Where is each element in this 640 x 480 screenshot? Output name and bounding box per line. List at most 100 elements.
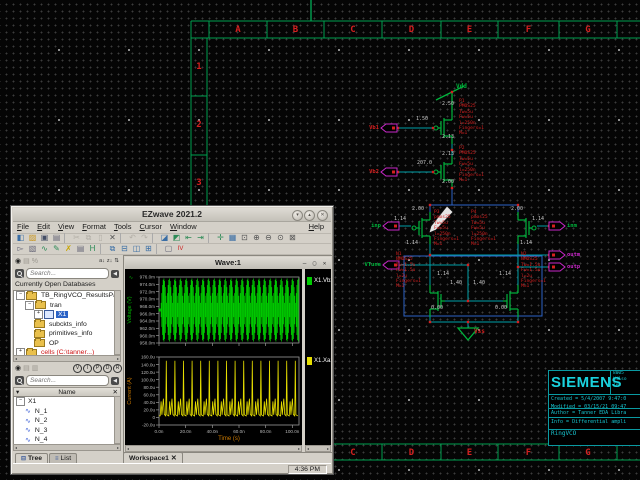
workspace-tab-close-icon[interactable]: ✕ (171, 454, 177, 462)
tile-grid-icon[interactable]: ⊞ (143, 244, 154, 254)
tree-item[interactable]: − TB_RingVCO_ResultsPa (14, 291, 115, 301)
find-signal-icon[interactable]: ◉ (15, 364, 21, 372)
fit-horizontal-icon[interactable]: H (87, 244, 98, 254)
tab-list[interactable]: ≡List (49, 453, 77, 463)
tree-item[interactable]: primitives_info (14, 329, 115, 339)
wave-restore-icon[interactable]: ▢ (310, 259, 319, 268)
chart-icon[interactable]: ∿ (39, 244, 50, 254)
tree-item-label: TB_RingVCO_ResultsPa (39, 292, 116, 299)
filter-r-button[interactable]: R (113, 364, 122, 373)
menu-view[interactable]: View (54, 221, 78, 232)
minimize-button[interactable]: ▾ (292, 210, 303, 221)
filter-v-button[interactable]: V (73, 364, 82, 373)
ezwave-titlebar[interactable]: EZwave 2021.2 ▾ ▴ ✕ (13, 208, 331, 222)
undo-icon[interactable]: ↶ (127, 233, 138, 243)
redo-icon[interactable]: ↷ (139, 233, 150, 243)
wave-close-icon[interactable]: ✕ (320, 259, 329, 268)
measure-icon[interactable]: ◩ (171, 233, 182, 243)
collapse-icon[interactable]: − (16, 291, 25, 300)
tile-vertical-icon[interactable]: ◫ (131, 244, 142, 254)
tree-item[interactable]: −X1 (14, 397, 115, 407)
new-window-icon[interactable]: ◧ (15, 233, 26, 243)
sort-toggle-icon[interactable]: ⇅ (114, 258, 119, 264)
tree-item[interactable]: ∿N_1 (14, 407, 115, 417)
sort-desc-icon[interactable]: z↓ (107, 258, 113, 264)
signal-tree-hscrollbar[interactable]: ◂▸ (13, 444, 121, 451)
dashed-box-icon[interactable]: ▢ (163, 244, 174, 254)
tree-item[interactable]: +X1 (14, 310, 115, 320)
tree-item[interactable]: subckts_info (14, 320, 115, 330)
expand-icon[interactable]: + (34, 310, 43, 319)
collapse-search-icon[interactable]: ◀ (111, 377, 119, 385)
zoom-full-icon[interactable]: ⊙ (275, 233, 286, 243)
delete-icon[interactable]: ✕ (107, 233, 118, 243)
tree-item[interactable]: −tran (14, 301, 115, 311)
tile-horizontal-icon[interactable]: ⊟ (119, 244, 130, 254)
menu-format[interactable]: Format (78, 221, 110, 232)
plot-area[interactable]: 976.0m974.0m972.0m970.0m968.0m966.0m964.… (125, 269, 302, 445)
grid-icon[interactable]: ▦ (227, 233, 238, 243)
iv-plot-icon[interactable]: IV (175, 244, 186, 254)
menu-tools[interactable]: Tools (110, 221, 136, 232)
add-wave-icon[interactable]: ◪ (159, 233, 170, 243)
sort-asc-icon[interactable]: a↓ (99, 258, 105, 264)
menu-edit[interactable]: Edit (33, 221, 54, 232)
collapse-search-icon[interactable]: ◀ (111, 270, 119, 278)
tree-item[interactable]: ∿N_2 (14, 416, 115, 426)
collapse-icon[interactable]: − (25, 301, 34, 310)
open-database-icon[interactable]: ▨ (27, 233, 38, 243)
annotate-icon[interactable]: ✎ (51, 244, 62, 254)
workspace-tab[interactable]: Workspace1 ✕ (123, 452, 183, 463)
ezwave-window[interactable]: EZwave 2021.2 ▾ ▴ ✕ FileEditViewFormatTo… (10, 205, 334, 475)
schematic-title-block: SIEMENS 8005WilsoTel Created = 5/4/2007 … (548, 370, 640, 446)
group-view-icon[interactable]: ▥ (32, 364, 39, 372)
close-button[interactable]: ✕ (317, 210, 328, 221)
signal-search-input[interactable] (26, 375, 109, 386)
legend-panel: X1.Vb2 X1.Xa1.P (305, 269, 331, 445)
tree-item[interactable]: ∿N_3 (14, 426, 115, 436)
print-icon[interactable]: ▤ (51, 233, 62, 243)
link-icon[interactable]: % (32, 258, 38, 265)
report-icon[interactable]: ▤ (75, 244, 86, 254)
zoom-box-icon[interactable]: ⊠ (287, 233, 298, 243)
filter-i-button[interactable]: I (83, 364, 92, 373)
menu-file[interactable]: File (13, 221, 33, 232)
paste-icon[interactable]: ▯ (95, 233, 106, 243)
previous-view-icon[interactable]: ⇤ (183, 233, 194, 243)
find-signal-icon[interactable]: ◉ (15, 257, 21, 265)
menu-window[interactable]: Window (166, 221, 201, 232)
cascade-windows-icon[interactable]: ⧉ (107, 244, 118, 254)
signal-tree-vscrollbar[interactable] (114, 396, 121, 444)
database-tree-hscrollbar[interactable]: ◂▸ (13, 355, 121, 362)
export-image-icon[interactable]: ▧ (27, 244, 38, 254)
svg-text:40.0n: 40.0n (207, 429, 219, 434)
save-icon[interactable]: ▣ (39, 233, 50, 243)
copy-icon[interactable]: ⧉ (83, 233, 94, 243)
pan-icon[interactable]: ✛ (215, 233, 226, 243)
wave-window-titlebar[interactable]: Wave:1 – ▢ ✕ (125, 257, 331, 269)
list-view-icon[interactable]: ▤ (23, 257, 30, 265)
cut-icon[interactable]: ✂ (71, 233, 82, 243)
filter-d-button[interactable]: D (103, 364, 112, 373)
menu-help[interactable]: Help (305, 221, 328, 232)
legend-entry[interactable]: X1.Vb2 (307, 277, 331, 285)
list-view-icon[interactable]: ▤ (23, 364, 30, 372)
next-view-icon[interactable]: ⇥ (195, 233, 206, 243)
zoom-out-icon[interactable]: ⊖ (263, 233, 274, 243)
select-region-icon[interactable]: ⊡ (239, 233, 250, 243)
maximize-button[interactable]: ▴ (304, 210, 315, 221)
marker-icon[interactable]: ✗ (63, 244, 74, 254)
wave-child-window[interactable]: Wave:1 – ▢ ✕ 976.0m974.0m972.0m970.0m968… (123, 255, 333, 453)
filter-p-button[interactable]: P (93, 364, 102, 373)
panel-tabs: ⊟Tree≡List (15, 451, 78, 463)
database-tree-vscrollbar[interactable] (114, 290, 121, 355)
tree-item[interactable]: OP (14, 339, 115, 349)
database-search-input[interactable] (26, 268, 109, 279)
tab-tree[interactable]: ⊟Tree (15, 453, 48, 463)
wave-minimize-icon[interactable]: – (300, 259, 309, 268)
select-pointer-icon[interactable]: ▻ (15, 244, 26, 254)
menu-cursor[interactable]: Cursor (135, 221, 166, 232)
legend-entry[interactable]: X1.Xa1.P (307, 357, 331, 365)
zoom-in-icon[interactable]: ⊕ (251, 233, 262, 243)
collapse-icon[interactable]: − (16, 397, 25, 406)
